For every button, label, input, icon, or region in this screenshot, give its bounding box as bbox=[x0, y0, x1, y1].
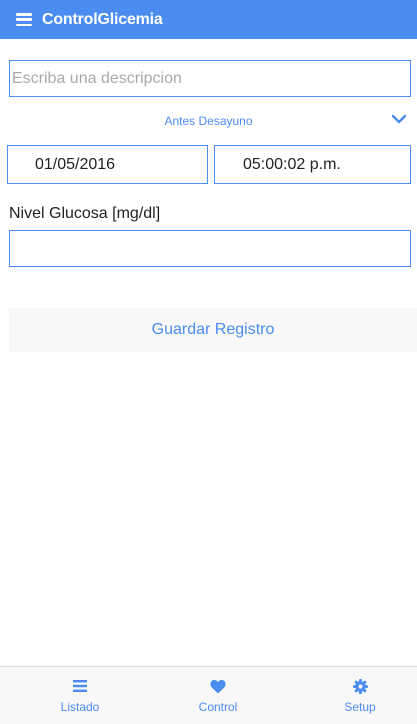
date-field[interactable]: 01/05/2016 bbox=[7, 145, 208, 184]
tab-listado[interactable]: Listado bbox=[58, 667, 102, 724]
app-title: ControlGlicemia bbox=[42, 10, 163, 28]
heart-icon bbox=[210, 678, 226, 694]
tab-label: Setup bbox=[344, 700, 376, 714]
meal-select[interactable]: Antes Desayuno bbox=[0, 108, 417, 134]
description-input[interactable] bbox=[10, 61, 410, 96]
description-field[interactable] bbox=[9, 60, 411, 97]
tab-setup[interactable]: Setup bbox=[335, 667, 385, 724]
meal-select-value: Antes Desayuno bbox=[164, 114, 253, 128]
gear-icon bbox=[352, 678, 368, 694]
time-field[interactable]: 05:00:02 p.m. bbox=[214, 145, 411, 184]
save-record-button[interactable]: Guardar Registro bbox=[9, 308, 417, 352]
tab-control[interactable]: Control bbox=[190, 667, 246, 724]
tab-label: Control bbox=[198, 700, 238, 714]
date-value: 01/05/2016 bbox=[35, 155, 116, 173]
time-value: 05:00:02 p.m. bbox=[243, 155, 341, 173]
tab-bar: Listado Control Setup bbox=[0, 666, 417, 724]
app-header: ControlGlicemia bbox=[0, 0, 417, 39]
glucose-input[interactable] bbox=[10, 231, 410, 266]
tab-label: Listado bbox=[60, 700, 100, 714]
glucose-field[interactable] bbox=[9, 230, 411, 267]
glucose-label: Nivel Glucosa [mg/dl] bbox=[9, 205, 161, 222]
menu-icon[interactable] bbox=[16, 13, 32, 26]
chevron-down-icon[interactable] bbox=[391, 112, 407, 126]
list-icon bbox=[73, 678, 87, 694]
